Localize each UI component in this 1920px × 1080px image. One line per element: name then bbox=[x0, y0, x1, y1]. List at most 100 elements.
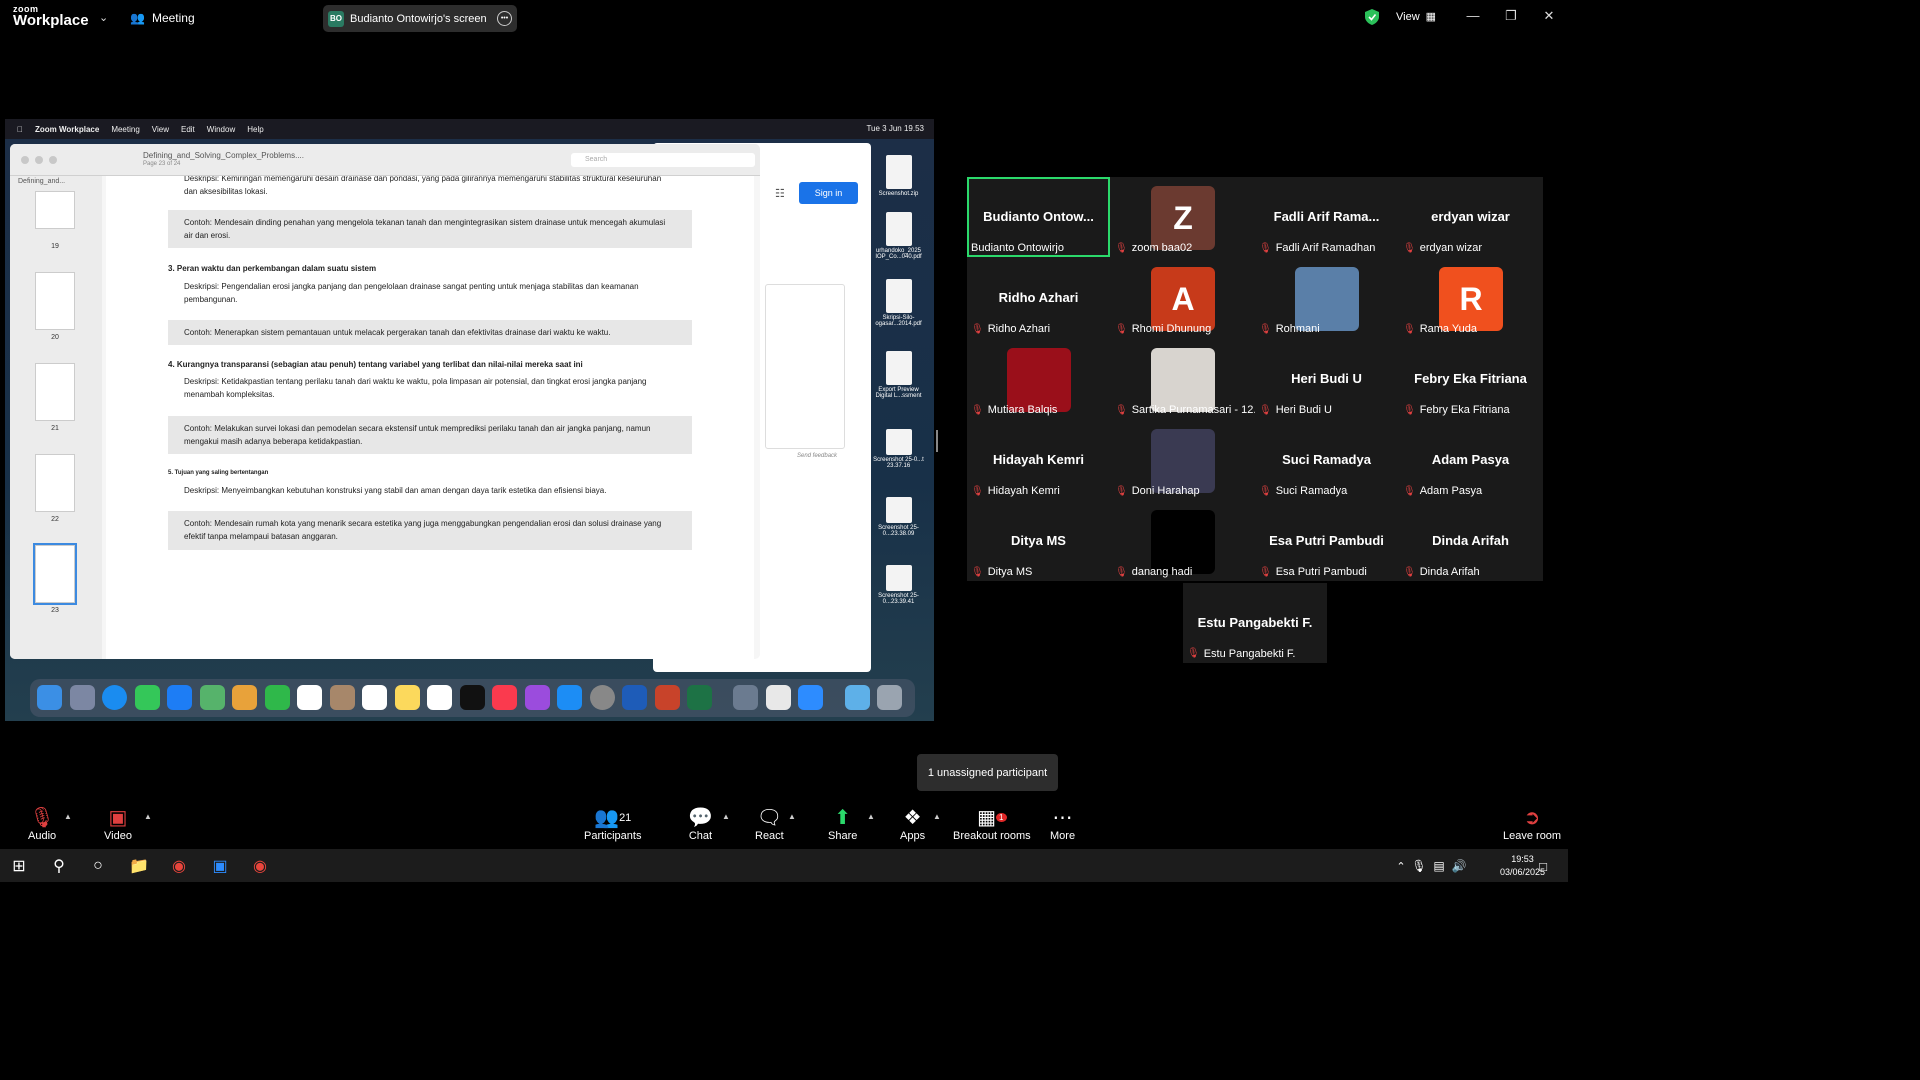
participant-tile[interactable]: Adam Pasya 🎙 Adam Pasya bbox=[1399, 420, 1542, 500]
file-explorer-icon[interactable]: 📁 bbox=[126, 853, 152, 879]
split-divider-handle[interactable] bbox=[936, 430, 938, 452]
audio-label: Audio bbox=[28, 830, 57, 842]
participant-tile[interactable]: Suci Ramadya 🎙 Suci Ramadya bbox=[1255, 420, 1398, 500]
chat-icon: 💬 bbox=[688, 807, 713, 829]
more-button[interactable]: ⋯ More bbox=[1050, 806, 1075, 842]
participant-avatar bbox=[1295, 267, 1359, 331]
breakout-rooms-button[interactable]: ▦ 1 Breakout rooms bbox=[953, 806, 1031, 842]
participant-tile[interactable]: Ditya MS 🎙 Ditya MS bbox=[967, 501, 1110, 581]
participant-tile[interactable]: R 🎙 Rama Yuda bbox=[1399, 258, 1542, 338]
participant-label: 🎙 Ditya MS bbox=[971, 566, 1032, 578]
participant-big-name: Dinda Arifah bbox=[1432, 533, 1509, 548]
participant-tile[interactable]: Ridho Azhari 🎙 Ridho Azhari bbox=[967, 258, 1110, 338]
apps-options-caret[interactable]: ▲ bbox=[933, 812, 941, 821]
chrome-active-icon[interactable]: ◉ bbox=[247, 853, 273, 879]
share-button[interactable]: ⬆ Share bbox=[828, 806, 857, 842]
preview-search: Search bbox=[571, 153, 755, 167]
participant-tile[interactable]: A 🎙 Rhomi Dhunung bbox=[1111, 258, 1254, 338]
leave-room-button[interactable]: ➲ Leave room bbox=[1503, 806, 1561, 842]
participant-tile[interactable]: Budianto Ontow... Budianto Ontowirjo bbox=[967, 177, 1110, 257]
example-box: Contoh: Mendesain rumah kota yang menari… bbox=[168, 511, 692, 550]
close-icon[interactable]: ✕ bbox=[1540, 8, 1558, 24]
participant-big-name: Heri Budi U bbox=[1291, 371, 1362, 386]
chat-options-caret[interactable]: ▲ bbox=[722, 812, 730, 821]
doc-text: Deskripsi: Pengendalian erosi jangka pan… bbox=[184, 282, 639, 304]
video-button[interactable]: ▣ Video bbox=[104, 806, 132, 842]
mic-muted-icon: 🎙 bbox=[1115, 404, 1128, 416]
participant-tile[interactable]: 🎙 Sartika Purnamasari - 12... bbox=[1111, 339, 1263, 419]
participants-count: 21 bbox=[619, 812, 632, 824]
maps-icon bbox=[200, 685, 225, 710]
launchpad-icon bbox=[70, 685, 95, 710]
participants-icon: 👥21 bbox=[594, 807, 632, 829]
example-box: Contoh: Melakukan survei lokasi dan pemo… bbox=[168, 416, 692, 454]
participant-tile[interactable]: Febry Eka Fitriana 🎙 Febry Eka Fitriana bbox=[1399, 339, 1542, 419]
participant-name: Doni Harahap bbox=[1131, 485, 1200, 497]
shield-icon[interactable] bbox=[1365, 9, 1379, 25]
desktop-file-label: Export Preview Digital L...ssment bbox=[875, 387, 922, 399]
desktop-file: Screenshot 25-0...23.38.09 bbox=[871, 497, 926, 537]
mic-muted-icon: 🎙 bbox=[1403, 404, 1416, 416]
cortana-icon[interactable]: ○ bbox=[85, 853, 111, 879]
participant-name: Sartika Purnamasari - 12... bbox=[1131, 404, 1263, 416]
participant-name: Mutiara Balqis bbox=[987, 404, 1058, 416]
thumbnail-label: 21 bbox=[51, 425, 59, 432]
mic-muted-icon: 🎙 bbox=[1259, 566, 1272, 578]
chevron-down-icon[interactable]: ⌄ bbox=[99, 11, 108, 24]
desktop-file: Skripsi-Silo-ogasar...2014.pdf bbox=[871, 279, 926, 327]
participant-label: 🎙 Doni Harahap bbox=[1115, 485, 1200, 497]
participant-tile[interactable]: Hidayah Kemri 🎙 Hidayah Kemri bbox=[967, 420, 1110, 500]
share-options-caret[interactable]: ▲ bbox=[867, 812, 875, 821]
mic-muted-icon: 🎙 bbox=[1259, 404, 1272, 416]
chat-button[interactable]: 💬 Chat bbox=[688, 806, 713, 842]
section-heading: 3. Peran waktu dan perkembangan dalam su… bbox=[168, 264, 377, 273]
more-options-icon[interactable]: ••• bbox=[497, 11, 512, 26]
react-options-caret[interactable]: ▲ bbox=[788, 812, 796, 821]
screen-share-indicator[interactable]: BO Budianto Ontowirjo's screen ••• bbox=[323, 5, 517, 32]
volume-icon[interactable]: 🔊 bbox=[1446, 853, 1472, 879]
messages-icon bbox=[135, 685, 160, 710]
participant-tile[interactable]: Heri Budi U 🎙 Heri Budi U bbox=[1255, 339, 1398, 419]
textedit-icon bbox=[766, 685, 791, 710]
participant-big-name: Ditya MS bbox=[1011, 533, 1066, 548]
apps-grid-icon: ☷ bbox=[775, 188, 785, 200]
mac-menu-app: Zoom Workplace bbox=[29, 124, 99, 134]
participant-tile[interactable]: 🎙 Rohmani bbox=[1255, 258, 1398, 338]
restore-icon[interactable]: ❐ bbox=[1502, 8, 1520, 24]
meeting-label: Meeting bbox=[151, 11, 195, 25]
windows-start-icon[interactable]: ⊞ bbox=[6, 853, 32, 879]
participant-tile[interactable]: 🎙 Doni Harahap bbox=[1111, 420, 1254, 500]
zoom-taskbar-icon[interactable]: ▣ bbox=[207, 853, 233, 879]
video-options-caret[interactable]: ▲ bbox=[144, 812, 152, 821]
chrome-icon[interactable]: ◉ bbox=[166, 853, 192, 879]
participant-tile[interactable]: Esa Putri Pambudi 🎙 Esa Putri Pambudi bbox=[1255, 501, 1398, 581]
participant-tile[interactable]: 🎙 danang hadi bbox=[1111, 501, 1254, 581]
participants-button[interactable]: 👥21 Participants bbox=[584, 806, 641, 842]
participant-name: Febry Eka Fitriana bbox=[1419, 404, 1510, 416]
audio-options-caret[interactable]: ▲ bbox=[64, 812, 72, 821]
notification-icon[interactable]: □ bbox=[1530, 853, 1556, 879]
participant-label: 🎙 Adam Pasya bbox=[1403, 485, 1482, 497]
participant-tile[interactable]: Estu Pangabekti F. 🎙 Estu Pangabekti F. bbox=[1183, 583, 1327, 663]
mic-muted-icon: 🎙 bbox=[1403, 242, 1416, 254]
participant-tile[interactable]: Fadli Arif Rama... 🎙 Fadli Arif Ramadhan bbox=[1255, 177, 1398, 257]
participants-label: Participants bbox=[584, 830, 642, 842]
view-button[interactable]: View ▦ bbox=[1396, 10, 1436, 24]
browser-content-box bbox=[765, 284, 845, 449]
react-button[interactable]: 🗨 React bbox=[755, 806, 784, 842]
app-store-icon bbox=[557, 685, 582, 710]
participant-name: Ridho Azhari bbox=[987, 323, 1051, 335]
apps-button[interactable]: ❖ Apps bbox=[900, 806, 925, 842]
meeting-menu-button[interactable]: 👥 Meeting bbox=[130, 8, 195, 28]
minimize-icon[interactable]: — bbox=[1464, 8, 1482, 23]
audio-button[interactable]: 🎙 Audio bbox=[28, 806, 56, 842]
participant-name: Adam Pasya bbox=[1419, 485, 1483, 497]
participant-label: 🎙 Esa Putri Pambudi bbox=[1259, 566, 1367, 578]
participant-tile[interactable]: Z 🎙 zoom baa02 bbox=[1111, 177, 1254, 257]
breakout-badge: 1 bbox=[996, 813, 1007, 822]
participant-tile[interactable]: erdyan wizar 🎙 erdyan wizar bbox=[1399, 177, 1542, 257]
shared-screen:  Zoom Workplace Meeting View Edit Windo… bbox=[5, 119, 934, 721]
participant-tile[interactable]: 🎙 Mutiara Balqis bbox=[967, 339, 1110, 419]
search-icon[interactable]: ⚲ bbox=[46, 853, 72, 879]
participant-tile[interactable]: Dinda Arifah 🎙 Dinda Arifah bbox=[1399, 501, 1542, 581]
